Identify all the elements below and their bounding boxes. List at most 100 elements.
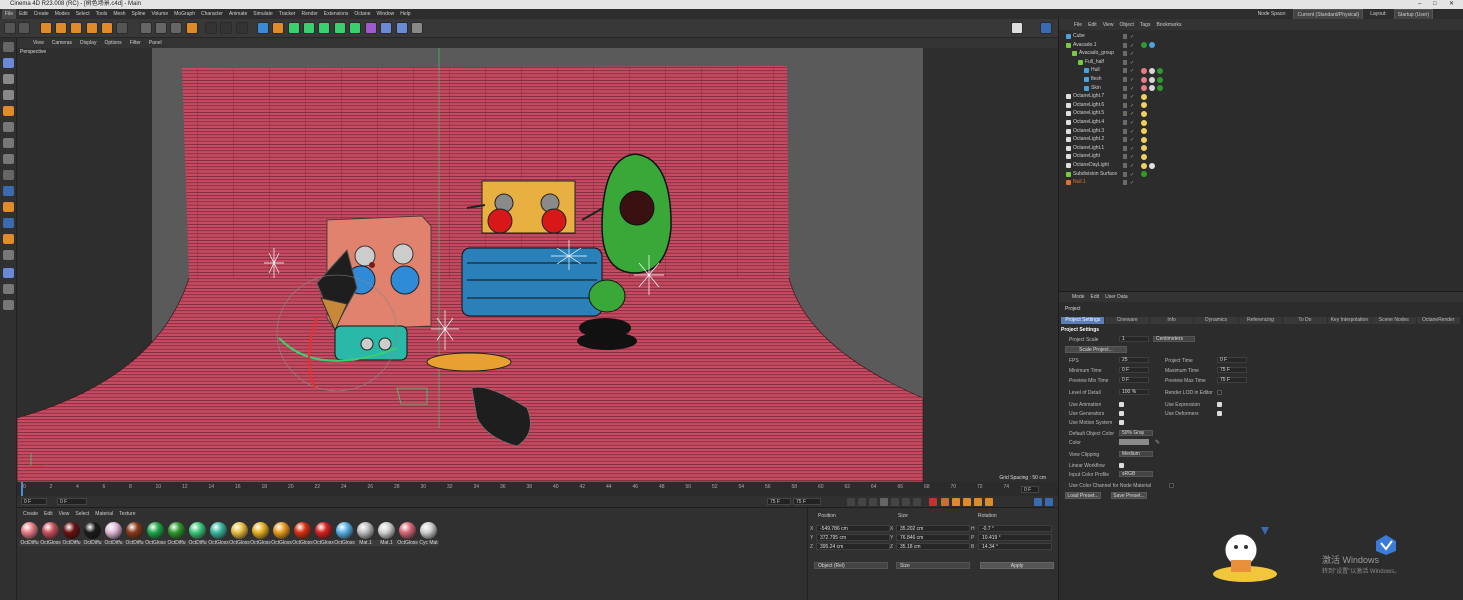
toolbar-tool-1[interactable] <box>4 22 16 34</box>
enabled-check-icon[interactable]: ✓ <box>1130 128 1136 135</box>
toolbar-tool-23[interactable] <box>365 22 377 34</box>
object-menu-file[interactable]: File <box>1071 22 1085 28</box>
object-name[interactable]: OctaneLight.3 <box>1073 127 1104 136</box>
rotation-field-z[interactable]: 14.34 ° <box>978 543 1052 550</box>
load-preset-button[interactable]: Load Preset... <box>1065 492 1101 499</box>
object-name[interactable]: OctaneLight.1 <box>1073 144 1104 153</box>
toolbar-tool-13[interactable] <box>205 22 217 34</box>
enabled-check-icon[interactable]: ✓ <box>1130 85 1136 92</box>
tab-project-settings[interactable]: Project Settings <box>1061 317 1105 324</box>
position-field-x[interactable]: -549.786 cm <box>816 525 890 532</box>
object-tag-icon[interactable] <box>1149 85 1155 92</box>
default-color-select[interactable]: 50% Gray <box>1119 430 1153 436</box>
object-menu-view[interactable]: View <box>1100 22 1117 28</box>
material-swatch[interactable]: Mat.1 <box>376 522 397 546</box>
coord-mode-select[interactable]: Object (Rel) <box>814 562 888 569</box>
object-name[interactable]: OctaneLight.6 <box>1073 101 1104 110</box>
left-tool-3[interactable] <box>3 74 14 84</box>
object-name[interactable]: OctaneLight.5 <box>1073 109 1104 118</box>
object-tag-icon[interactable] <box>1141 110 1147 117</box>
object-row[interactable]: OctaneLight.7 ✓ <box>1059 92 1463 101</box>
object-name[interactable]: OctaneLight <box>1073 152 1100 161</box>
left-tool-2[interactable] <box>3 58 14 68</box>
timeline-button[interactable] <box>1034 498 1042 506</box>
menu-character[interactable]: Character <box>198 9 226 19</box>
enabled-check-icon[interactable]: ✓ <box>1130 110 1136 117</box>
object-tag-icon[interactable] <box>1141 136 1147 143</box>
material-menu-edit[interactable]: Edit <box>44 511 53 517</box>
next-key-button[interactable] <box>902 498 910 506</box>
object-tag-icon[interactable] <box>1141 145 1147 152</box>
left-tool-12[interactable] <box>3 218 14 228</box>
material-swatch[interactable]: OctGloss <box>250 522 271 546</box>
menu-file[interactable]: File <box>2 9 17 19</box>
toolbar-tool-3[interactable] <box>40 22 52 34</box>
go-start-button[interactable] <box>847 498 855 506</box>
toolbar-tool-19[interactable] <box>303 22 315 34</box>
menu-animate[interactable]: Animate <box>226 9 250 19</box>
scale-project-button[interactable]: Scale Project... <box>1065 346 1127 353</box>
object-row[interactable]: Avacado_group ✓ <box>1059 49 1463 58</box>
viewport-menu-view[interactable]: View <box>29 40 48 46</box>
object-row[interactable]: OctaneLight.6 ✓ <box>1059 101 1463 110</box>
material-swatch[interactable]: OctGloss <box>334 522 355 546</box>
object-row[interactable]: Skin ✓ <box>1059 84 1463 93</box>
toolbar-tool-4[interactable] <box>55 22 67 34</box>
object-row[interactable]: flesh ✓ <box>1059 75 1463 84</box>
object-name[interactable]: Null.1 <box>1073 178 1086 187</box>
viewport-menu-cameras[interactable]: Cameras <box>48 40 76 46</box>
prev-frame-button[interactable] <box>869 498 877 506</box>
object-menu-tags[interactable]: Tags <box>1137 22 1154 28</box>
visibility-toggle[interactable] <box>1123 180 1127 186</box>
visibility-toggle[interactable] <box>1123 171 1127 177</box>
material-swatch[interactable]: Cyc Mat <box>418 522 439 546</box>
fps-field[interactable]: 25 <box>1119 357 1149 363</box>
project-scale-unit-select[interactable]: Centimeters <box>1153 336 1195 342</box>
object-row[interactable]: Hull ✓ <box>1059 66 1463 75</box>
material-swatch[interactable]: OctDiffu <box>82 522 103 546</box>
menu-modes[interactable]: Modes <box>52 9 73 19</box>
toolbar-tool-18[interactable] <box>288 22 300 34</box>
visibility-toggle[interactable] <box>1123 94 1127 100</box>
material-menu-select[interactable]: Select <box>75 511 89 517</box>
minimize-button[interactable]: – <box>1418 0 1421 9</box>
visibility-toggle[interactable] <box>1123 59 1127 65</box>
toolbar-tool-22[interactable] <box>349 22 361 34</box>
toolbar-tool-11[interactable] <box>170 22 182 34</box>
left-tool-4[interactable] <box>3 90 14 100</box>
left-tool-1[interactable] <box>3 42 14 52</box>
object-row[interactable]: OctaneLight.1 ✓ <box>1059 144 1463 153</box>
menu-create[interactable]: Create <box>31 9 52 19</box>
object-tag-icon[interactable] <box>1141 102 1147 109</box>
material-swatch[interactable]: OctDiffu <box>103 522 124 546</box>
use-motion-checkbox[interactable] <box>1119 420 1124 425</box>
object-row[interactable]: OctaneLight.2 ✓ <box>1059 135 1463 144</box>
left-tool-6[interactable] <box>3 122 14 132</box>
toolbar-tool-6[interactable] <box>86 22 98 34</box>
key-position-button[interactable] <box>952 498 960 506</box>
object-tag-icon[interactable] <box>1149 67 1155 74</box>
playhead[interactable] <box>21 482 23 496</box>
left-tool-13[interactable] <box>3 234 14 244</box>
attribute-menu-mode[interactable]: Mode <box>1069 294 1088 300</box>
object-tag-icon[interactable] <box>1141 85 1147 92</box>
rotation-field-y[interactable]: 10.419 ° <box>978 534 1052 541</box>
object-name[interactable]: Cube <box>1073 32 1085 41</box>
size-field-y[interactable]: 76.846 cm <box>896 534 970 541</box>
go-end-button[interactable] <box>913 498 921 506</box>
object-name[interactable]: OctaneLight.2 <box>1073 135 1104 144</box>
object-name[interactable]: OctaneLight.7 <box>1073 92 1104 101</box>
enabled-check-icon[interactable]: ✓ <box>1130 76 1136 83</box>
object-row[interactable]: Null.1 ✓ <box>1059 178 1463 187</box>
preview-max-field[interactable]: 75 F <box>1217 377 1247 383</box>
toolbar-tool-7[interactable] <box>101 22 113 34</box>
lod-field[interactable]: 100 % <box>1119 389 1149 395</box>
viewport-menu-display[interactable]: Display <box>76 40 100 46</box>
visibility-toggle[interactable] <box>1123 42 1127 48</box>
object-tag-icon[interactable] <box>1141 128 1147 135</box>
start-frame-field[interactable]: 0 F <box>21 498 47 505</box>
toolbar-tool-14[interactable] <box>220 22 232 34</box>
enabled-check-icon[interactable]: ✓ <box>1130 67 1136 74</box>
tab-octanerender[interactable]: OctaneRender <box>1416 317 1460 324</box>
material-swatch[interactable]: OctGloss <box>397 522 418 546</box>
